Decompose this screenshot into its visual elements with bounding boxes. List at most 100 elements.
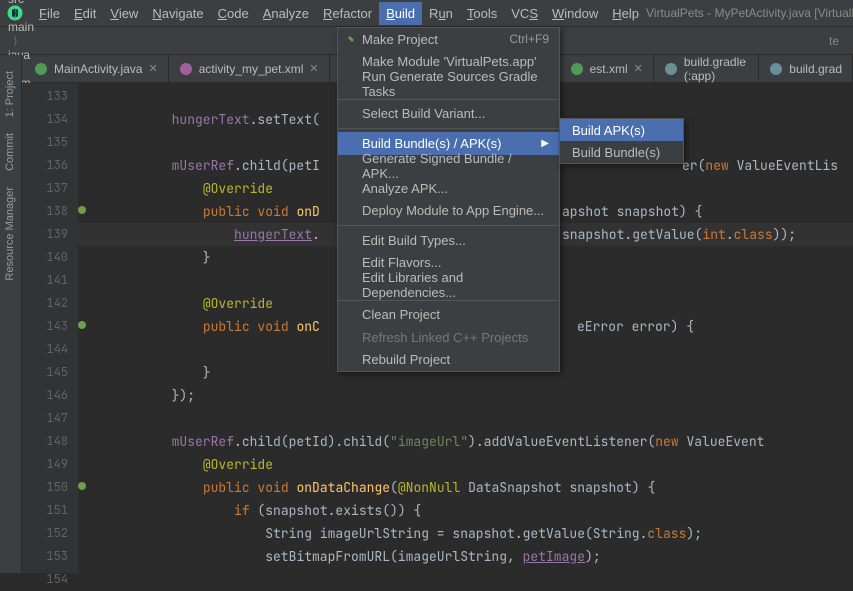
editor-tab[interactable]: build.grad [759,55,853,82]
class-icon [570,62,584,76]
window-title: VirtualPets - MyPetActivity.java [Virtua… [646,6,853,20]
menu-item-rebuild-project[interactable]: Rebuild Project [338,349,559,372]
menu-view[interactable]: View [103,2,145,25]
gradle-icon [769,62,783,76]
menu-tools[interactable]: Tools [460,2,504,25]
code-line: @Override [78,453,853,476]
code-line: public void onDataChange(@NonNull DataSn… [78,476,853,499]
hammer-icon [342,32,356,46]
close-icon[interactable]: ✕ [148,62,157,75]
submenu-item-build-apk-s[interactable]: Build APK(s) [560,119,683,141]
menu-window[interactable]: Window [545,2,605,25]
menu-item-label: Build APK(s) [572,123,645,138]
line-number: 140 [22,246,78,269]
menu-build[interactable]: Build [379,2,422,25]
menu-item-edit-libraries-and-dependencies[interactable]: Edit Libraries and Dependencies... [338,274,559,297]
left-tool-stripe: 1: Project Commit Resource Manager [0,55,22,573]
class-icon [34,62,48,76]
line-number: 148 [22,430,78,453]
menu-item-clean-project[interactable]: Clean Project [338,304,559,327]
editor-tab[interactable]: activity_my_pet.xml ✕ [169,55,330,82]
breadcrumb-item[interactable]: src [8,0,70,6]
menu-item-label: Deploy Module to App Engine... [362,203,544,218]
chevron-right-icon: ⟩ [13,34,18,48]
menu-run[interactable]: Run [422,2,460,25]
line-number: 144 [22,338,78,361]
line-number: 134 [22,108,78,131]
code-line: }); [78,384,853,407]
editor-tab[interactable]: build.gradle (:app) [654,55,759,82]
line-number: 149 [22,453,78,476]
line-number: 145 [22,361,78,384]
tab-label: build.gradle (:app) [684,55,748,83]
submenu-item-build-bundle-s[interactable]: Build Bundle(s) [560,141,683,163]
line-number: 152 [22,522,78,545]
xml-icon [179,62,193,76]
gutter-override-icon[interactable] [78,321,86,329]
breadcrumb-item[interactable]: main [8,20,70,34]
menu-item-label: Refresh Linked C++ Projects [362,330,528,345]
toolwindow-project[interactable]: 1: Project [4,71,16,117]
menu-item-run-generate-sources-gradle-tasks[interactable]: Run Generate Sources Gradle Tasks [338,73,559,96]
line-number: 139 [22,223,78,246]
line-number: 141 [22,269,78,292]
gutter: 1331341351361371381391401411421431441451… [22,83,78,573]
menu-item-label: Rebuild Project [362,352,450,367]
code-line: } [78,568,853,573]
line-number: 136 [22,154,78,177]
close-icon[interactable]: ✕ [634,62,643,75]
menu-vcs[interactable]: VCS [504,2,545,25]
editor-tab[interactable]: est.xml ✕ [560,55,654,82]
menu-item-label: Make Module 'VirtualPets.app' [362,54,537,69]
line-number: 154 [22,568,78,591]
gutter-override-icon[interactable] [78,482,86,490]
menu-item-label: Analyze APK... [362,181,448,196]
menu-separator [338,128,559,129]
toolwindow-commit[interactable]: Commit [4,133,16,171]
menu-help[interactable]: Help [605,2,646,25]
gutter-override-icon[interactable] [78,206,86,214]
menu-item-make-project[interactable]: Make ProjectCtrl+F9 [338,28,559,51]
menu-navigate[interactable]: Navigate [145,2,210,25]
line-number: 138 [22,200,78,223]
menu-item-label: Edit Build Types... [362,233,466,248]
menu-item-edit-build-types[interactable]: Edit Build Types... [338,229,559,252]
menu-item-label: Clean Project [362,307,440,322]
line-number: 147 [22,407,78,430]
line-number: 142 [22,292,78,315]
close-icon[interactable]: ✕ [309,62,318,75]
menu-item-label: Build Bundle(s) [572,145,660,160]
chevron-right-icon: ⟩ [13,6,18,20]
line-number: 135 [22,131,78,154]
build-bundles-submenu: Build APK(s) Build Bundle(s) [559,118,684,164]
line-number: 151 [22,499,78,522]
chevron-right-icon: ▶ [541,138,549,149]
menu-analyze[interactable]: Analyze [256,2,316,25]
menu-shortcut: Ctrl+F9 [509,32,549,46]
line-number: 150 [22,476,78,499]
breadcrumb-right-clip: te [829,34,845,48]
editor-tab[interactable]: MainActivity.java ✕ [24,55,169,82]
code-line: mUserRef.child(petId).child("imageUrl").… [78,430,853,453]
line-number: 153 [22,545,78,568]
code-line [78,407,853,430]
line-number: 143 [22,315,78,338]
menu-item-select-build-variant[interactable]: Select Build Variant... [338,103,559,126]
tab-label: est.xml [590,62,628,76]
tab-label: activity_my_pet.xml [199,62,304,76]
menu-item-label: Select Build Variant... [362,106,485,121]
gradle-icon [664,62,678,76]
tab-label: MainActivity.java [54,62,142,76]
menu-item-deploy-module-to-app-engine[interactable]: Deploy Module to App Engine... [338,200,559,223]
menu-code[interactable]: Code [211,2,256,25]
menu-edit[interactable]: Edit [67,2,103,25]
menu-separator [338,225,559,226]
menu-item-analyze-apk[interactable]: Analyze APK... [338,177,559,200]
toolwindow-resource-manager[interactable]: Resource Manager [4,187,16,281]
menubar: FileEditViewNavigateCodeAnalyzeRefactorB… [0,0,853,27]
menu-item-refresh-linked-c-projects: Refresh Linked C++ Projects [338,326,559,349]
menu-refactor[interactable]: Refactor [316,2,379,25]
code-line: if (snapshot.exists()) { [78,499,853,522]
menu-item-label: Edit Flavors... [362,255,441,270]
menu-item-generate-signed-bundle-apk[interactable]: Generate Signed Bundle / APK... [338,155,559,178]
